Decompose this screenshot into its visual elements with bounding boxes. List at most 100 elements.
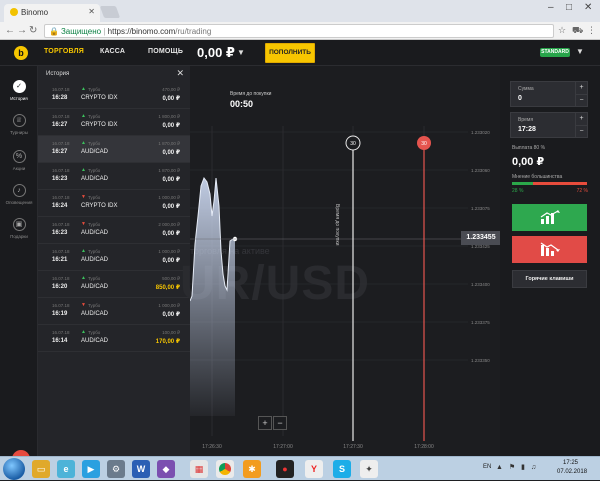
trade-time: 16:24	[52, 203, 68, 209]
arrow-up-icon: ▲	[81, 167, 86, 173]
sidebar-label: Турниры	[10, 130, 28, 135]
app-icon-violet[interactable]: ◆	[157, 460, 175, 478]
price-tick-label: 1.233060	[471, 168, 490, 173]
trade-investment: 500,00 ₽	[162, 276, 180, 281]
history-row[interactable]: 16.07.18 16:14 ▲ Турбо AUD/CAD 100,00 ₽ 170,00…	[38, 325, 190, 352]
ie-icon[interactable]: e	[57, 460, 75, 478]
url-domain: https://binomo.com	[107, 27, 176, 36]
amount-field[interactable]: Сумма 0 + −	[510, 81, 588, 107]
account-balance[interactable]: 0,00 ₽	[197, 45, 235, 61]
history-row[interactable]: 16.07.18 16:27 ▲ Турбо AUD/CAD 1 870,00 ₽ 0,00…	[38, 136, 190, 163]
trade-investment: 2 000,00 ₽	[158, 222, 180, 227]
close-window-icon[interactable]: ✕	[584, 2, 592, 13]
settings-app-icon[interactable]: ⚙	[107, 460, 125, 478]
trade-asset: AUD/CAD	[81, 230, 109, 236]
media-icon[interactable]: ●	[276, 460, 294, 478]
nav-cashier[interactable]: КАССА	[100, 48, 125, 55]
history-row[interactable]: 16.07.18 16:23 ▼ Турбо AUD/CAD 2 000,00 ₽ 0,00…	[38, 217, 190, 244]
ok-icon[interactable]: ✱	[243, 460, 261, 478]
deposit-button[interactable]: ПОПОЛНИТЬ	[265, 43, 315, 63]
time-label: Время	[518, 117, 534, 123]
skype-icon-alt[interactable]: ▦	[190, 460, 208, 478]
account-chevron-icon[interactable]: ▼	[576, 47, 584, 56]
put-down-button[interactable]	[512, 236, 587, 263]
expiration-marker-label: 30	[421, 141, 427, 147]
word-icon[interactable]: W	[132, 460, 150, 478]
tray-icons[interactable]: ▲ ⚑ ▮ ♫	[496, 463, 538, 471]
yandex-icon[interactable]: Y	[305, 460, 323, 478]
new-tab-button[interactable]	[99, 6, 121, 18]
app-icon-gray[interactable]: ✦	[360, 460, 378, 478]
arrow-up-icon: ▲	[81, 140, 86, 146]
zoom-out-button[interactable]: −	[273, 416, 287, 430]
time-value[interactable]: 17:28	[518, 126, 536, 133]
amount-plus-button[interactable]: +	[575, 82, 587, 94]
nav-trading[interactable]: ТОРГОВЛЯ	[44, 48, 84, 55]
language-indicator[interactable]: EN	[483, 464, 491, 470]
close-tab-icon[interactable]: ✕	[88, 7, 95, 16]
trade-asset: AUD/CAD	[81, 311, 109, 317]
trade-time: 16:23	[52, 230, 68, 236]
history-row[interactable]: 16.07.18 16:20 ▲ Турбо AUD/CAD 500,00 ₽ 850,00…	[38, 271, 190, 298]
clock-time[interactable]: 17:25	[563, 460, 578, 466]
history-row[interactable]: 16.07.18 16:24 ▼ Турбо CRYPTO IDX 1 000,00 ₽ 0…	[38, 190, 190, 217]
sidebar-item-tournaments[interactable]: ♕ Турниры	[0, 114, 38, 135]
time-field[interactable]: Время 17:28 + −	[510, 112, 588, 138]
majority-up-fill	[512, 182, 533, 185]
history-row[interactable]: 16.07.18 16:19 ▼ Турбо AUD/CAD 1 000,00 ₽ 0,00…	[38, 298, 190, 325]
trade-date: 16.07.18	[52, 141, 70, 146]
time-tick-label: 17:26:30	[202, 444, 222, 450]
start-button-icon[interactable]	[3, 458, 25, 480]
skype-icon[interactable]: S	[333, 460, 351, 478]
trade-payout: 0,00 ₽	[162, 231, 180, 237]
time-minus-button[interactable]: −	[575, 125, 587, 137]
sidebar-item-alerts[interactable]: ♪ Оповещения	[0, 184, 38, 205]
binomo-logo-icon[interactable]: b	[14, 46, 28, 60]
sidebar-item-promotions[interactable]: % Акции	[0, 150, 38, 171]
trade-date: 16.07.18	[52, 303, 70, 308]
price-chart[interactable]: торговля на активе UR/USD 30 30 1.233020…	[180, 66, 501, 456]
time-plus-button[interactable]: +	[575, 113, 587, 125]
amount-label: Сумма	[518, 86, 534, 92]
trade-investment: 1 870,00 ₽	[158, 168, 180, 173]
call-up-button[interactable]	[512, 204, 587, 231]
sidebar-item-gifts[interactable]: ▣ Подарки	[0, 218, 38, 239]
star-icon[interactable]: ☆	[558, 25, 566, 36]
chevron-down-icon[interactable]: ▼	[237, 48, 245, 57]
amount-value[interactable]: 0	[518, 95, 522, 102]
reload-icon[interactable]: ↻	[29, 25, 37, 36]
history-row[interactable]: 16.07.18 16:28 ▲ Турбо CRYPTO IDX 470,00 ₽ 0,0…	[38, 82, 190, 109]
browser-tab[interactable]: Binomo ✕	[4, 4, 100, 22]
zoom-in-button[interactable]: +	[258, 416, 272, 430]
amount-minus-button[interactable]: −	[575, 94, 587, 106]
forward-icon[interactable]: →	[17, 25, 27, 36]
chrome-icon[interactable]	[216, 460, 234, 478]
arrow-down-icon: ▼	[81, 194, 86, 200]
nav-help[interactable]: ПОМОЩЬ	[148, 48, 183, 55]
maximize-icon[interactable]: □	[566, 2, 572, 13]
sidebar-item-history[interactable]: ✓ История	[0, 80, 38, 101]
chart-down-icon	[540, 242, 560, 256]
menu-icon[interactable]: ⋮	[587, 25, 596, 36]
hotkeys-button[interactable]: Горячие клавиши	[512, 270, 587, 288]
minimize-icon[interactable]: –	[548, 2, 554, 13]
history-row[interactable]: 16.07.18 16:23 ▲ Турбо AUD/CAD 1 870,00 ₽ 0,00…	[38, 163, 190, 190]
close-icon[interactable]: ✕	[176, 68, 184, 79]
time-tick-label: 17:27:00	[273, 444, 293, 450]
payout-label: Выплата 80 %	[512, 145, 546, 151]
trade-time: 16:19	[52, 311, 68, 317]
tab-title: Binomo	[21, 8, 49, 17]
clock-date[interactable]: 07.02.2018	[557, 469, 587, 475]
history-row[interactable]: 16.07.18 16:21 ▲ Турбо AUD/CAD 1 000,00 ₽ 0,00…	[38, 244, 190, 271]
status-badge[interactable]: STANDARD	[540, 48, 570, 57]
cart-icon[interactable]: ⛟	[572, 25, 583, 37]
trade-asset: CRYPTO IDX	[81, 203, 118, 209]
file-explorer-icon[interactable]: ▭	[32, 460, 50, 478]
trade-time: 16:23	[52, 176, 68, 182]
arrow-up-icon: ▲	[81, 275, 86, 281]
url-input[interactable]: 🔒 Защищено | https://binomo.com/ru/tradin…	[44, 24, 554, 38]
history-row[interactable]: 16.07.18 16:27 ▲ Турбо CRYPTO IDX 1 800,00 ₽ 0…	[38, 109, 190, 136]
media-player-icon[interactable]: ▶	[82, 460, 100, 478]
majority-down-percent: 72 %	[576, 188, 588, 194]
back-icon[interactable]: ←	[5, 25, 15, 36]
